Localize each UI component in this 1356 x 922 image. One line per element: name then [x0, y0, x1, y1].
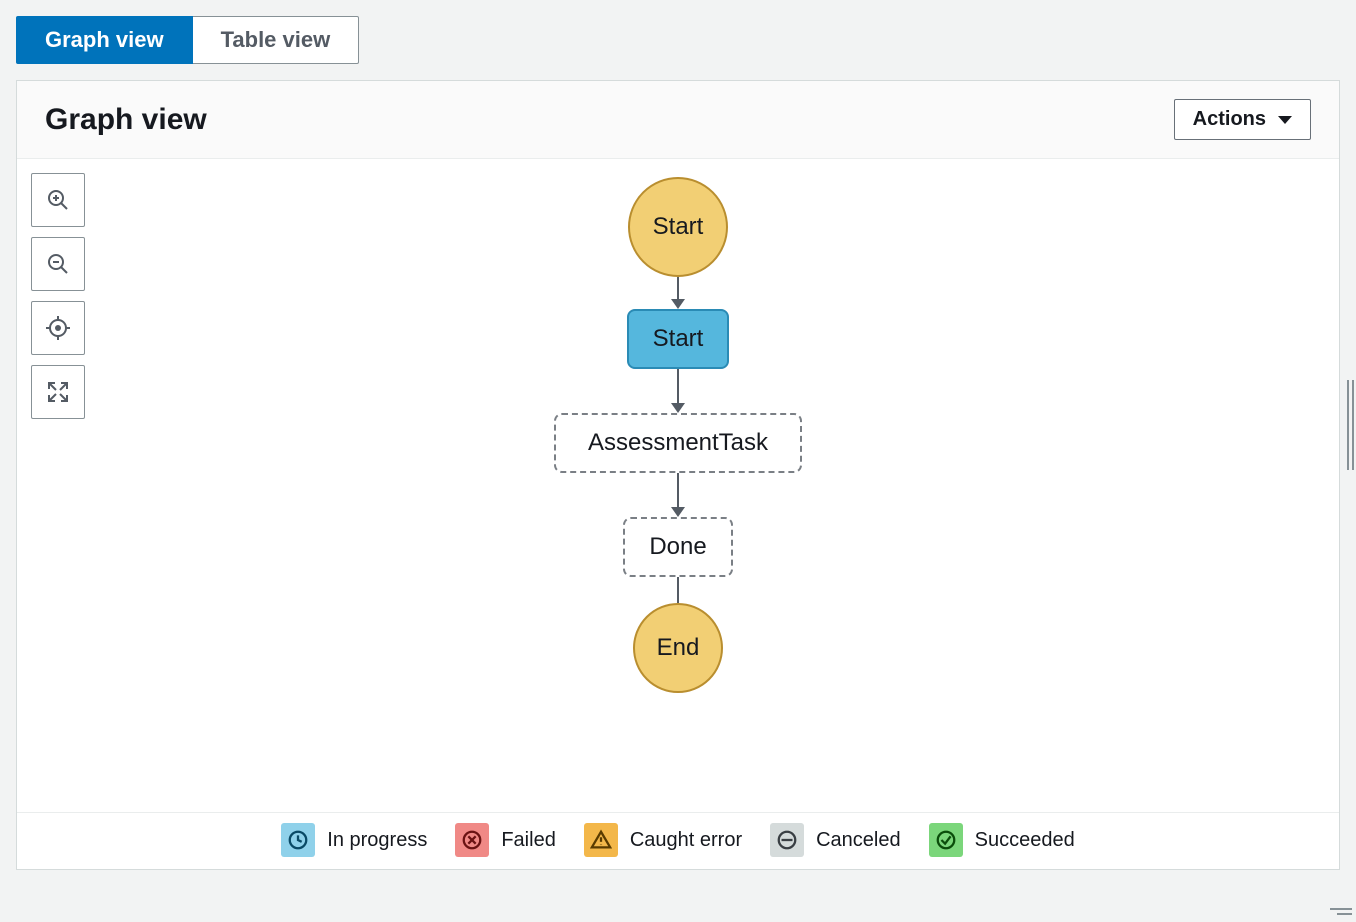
error-icon: [455, 823, 489, 857]
panel-title: Graph view: [45, 103, 207, 137]
legend-in-progress: In progress: [281, 823, 427, 857]
node-start-state[interactable]: Start: [627, 309, 730, 369]
edge-2: [671, 369, 685, 413]
resize-handle-right[interactable]: [1347, 380, 1355, 470]
legend-failed: Failed: [455, 823, 555, 857]
clock-icon: [281, 823, 315, 857]
view-tabs: Graph view Table view: [16, 16, 1340, 64]
legend-label: Succeeded: [975, 829, 1075, 852]
node-start-terminal[interactable]: Start: [628, 177, 728, 277]
node-done[interactable]: Done: [623, 517, 732, 577]
actions-label: Actions: [1193, 108, 1266, 131]
actions-button[interactable]: Actions: [1174, 99, 1311, 140]
caret-down-icon: [1278, 116, 1292, 124]
legend-canceled: Canceled: [770, 823, 901, 857]
success-icon: [929, 823, 963, 857]
edge-3: [671, 473, 685, 517]
legend-label: Caught error: [630, 829, 742, 852]
tab-table-view[interactable]: Table view: [193, 16, 360, 64]
graph-canvas[interactable]: Start Start AssessmentTask Done End: [17, 159, 1339, 812]
node-end-terminal[interactable]: End: [633, 603, 723, 693]
node-assessment-task[interactable]: AssessmentTask: [554, 413, 802, 473]
resize-handle-corner[interactable]: [1330, 908, 1352, 918]
legend-label: Failed: [501, 829, 555, 852]
cancel-icon: [770, 823, 804, 857]
status-legend: In progress Failed Caught error Canceled: [17, 812, 1339, 869]
warning-icon: [584, 823, 618, 857]
legend-succeeded: Succeeded: [929, 823, 1075, 857]
tab-graph-view[interactable]: Graph view: [16, 16, 193, 64]
edge-4: [677, 577, 679, 603]
graph-panel: Graph view Actions: [16, 80, 1340, 870]
edge-1: [671, 277, 685, 309]
legend-caught-error: Caught error: [584, 823, 742, 857]
workflow-flow: Start Start AssessmentTask Done End: [554, 177, 802, 812]
legend-label: Canceled: [816, 829, 901, 852]
panel-body: Start Start AssessmentTask Done End: [17, 159, 1339, 812]
panel-header: Graph view Actions: [17, 81, 1339, 159]
legend-label: In progress: [327, 829, 427, 852]
